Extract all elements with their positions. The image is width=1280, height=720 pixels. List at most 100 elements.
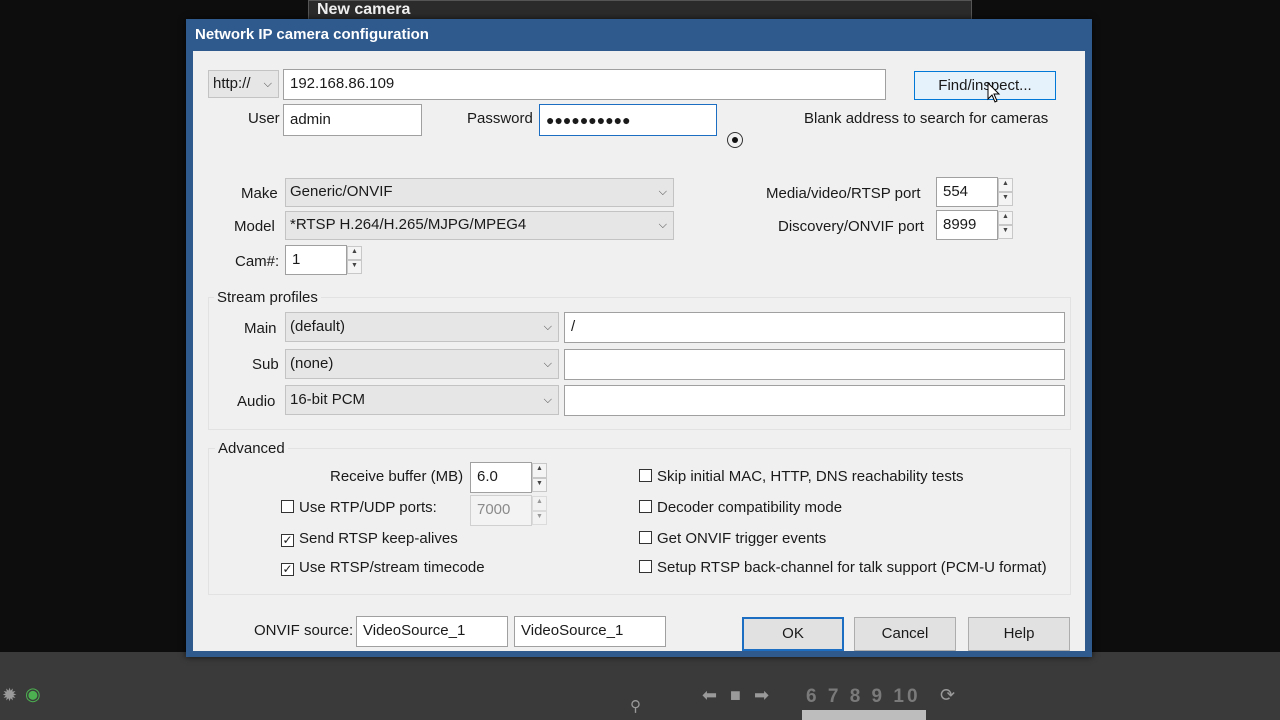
show-password-eye-icon[interactable] [727,132,743,148]
advanced-title: Advanced [215,440,288,457]
chevron-down-icon: ⌵ [263,78,272,90]
rtp-udp-port-spinner[interactable]: ▲ ▼ [532,496,547,525]
chevron-down-icon: ⌵ [543,394,552,406]
audio-profile-path-input[interactable] [564,385,1065,416]
ok-button[interactable]: OK [742,617,844,651]
page-numbers[interactable]: 6 7 8 9 10 [806,686,921,708]
onvif-trigger-label: Get ONVIF trigger events [657,530,827,547]
arrow-right-icon[interactable]: ➡ [754,685,769,706]
stop-icon[interactable]: ■ [730,685,741,706]
sub-profile-path-input[interactable] [564,349,1065,380]
make-value: Generic/ONVIF [290,183,393,200]
make-label: Make [241,185,278,202]
main-profile-label: Main [244,320,277,337]
media-port-spinner[interactable]: ▲ ▼ [998,178,1013,206]
onvif-trigger-checkbox[interactable] [639,531,652,544]
keepalive-label: Send RTSP keep-alives [299,530,458,547]
arrow-left-icon[interactable]: ⬅ [702,685,717,706]
user-input[interactable]: admin [283,104,422,136]
sub-profile-label: Sub [252,356,279,373]
cancel-button[interactable]: Cancel [854,617,956,651]
onvif-source-label: ONVIF source: [254,622,354,639]
discovery-port-input[interactable]: 8999 [936,210,998,240]
spin-up-icon[interactable]: ▲ [998,178,1013,192]
help-button[interactable]: Help [968,617,1070,651]
search-hint: Blank address to search for cameras [804,110,1049,127]
address-input[interactable]: 192.168.86.109 [283,69,886,100]
cam-number-input[interactable]: 1 [285,245,347,275]
timecode-checkbox[interactable]: ✓ [281,563,294,576]
decoder-compat-checkbox[interactable] [639,500,652,513]
backchannel-label: Setup RTSP back-channel for talk support… [657,559,1047,576]
decoder-compat-checkbox-row[interactable]: Decoder compatibility mode [639,499,842,516]
audio-profile-value: 16-bit PCM [290,391,366,408]
rtp-udp-checkbox[interactable] [281,500,294,513]
keepalive-checkbox-row[interactable]: ✓ Send RTSP keep-alives [281,530,458,547]
password-label: Password [467,110,533,127]
cam-number-spinner[interactable]: ▲ ▼ [347,246,362,274]
dialog-body: http:// ⌵ 192.168.86.109 Find/inspect...… [193,51,1085,651]
rtp-udp-label: Use RTP/UDP ports: [299,499,437,516]
skip-tests-checkbox-row[interactable]: Skip initial MAC, HTTP, DNS reachability… [639,468,963,485]
backchannel-checkbox-row[interactable]: Setup RTSP back-channel for talk support… [639,559,1047,576]
spin-down-icon[interactable]: ▼ [998,225,1013,239]
user-label: User [248,110,280,127]
audio-profile-select[interactable]: 16-bit PCM ⌵ [285,385,559,415]
make-select[interactable]: Generic/ONVIF ⌵ [285,178,674,207]
dialog-title: Network IP camera configuration [195,26,429,43]
receive-buffer-input[interactable]: 6.0 [470,462,532,493]
audio-profile-label: Audio [237,393,276,410]
timecode-checkbox-row[interactable]: ✓ Use RTSP/stream timecode [281,559,485,576]
spin-down-icon[interactable]: ▼ [532,510,547,525]
spin-up-icon[interactable]: ▲ [998,211,1013,225]
rtp-udp-checkbox-row[interactable]: Use RTP/UDP ports: [281,499,437,516]
model-value: *RTSP H.264/H.265/MJPG/MPEG4 [290,216,527,233]
sub-profile-value: (none) [290,355,334,372]
taskbar-slider[interactable] [802,710,926,720]
spin-up-icon[interactable]: ▲ [532,463,547,478]
refresh-icon[interactable]: ⟳ [940,685,955,706]
model-select[interactable]: *RTSP H.264/H.265/MJPG/MPEG4 ⌵ [285,211,674,240]
spin-up-icon[interactable]: ▲ [532,496,547,511]
keepalive-checkbox[interactable]: ✓ [281,534,294,547]
password-input[interactable]: ●●●●●●●●●● [539,104,717,136]
onvif-source-input-2[interactable]: VideoSource_1 [514,616,666,647]
chevron-down-icon: ⌵ [543,358,552,370]
timecode-label: Use RTSP/stream timecode [299,559,485,576]
spin-down-icon[interactable]: ▼ [347,260,362,274]
backchannel-checkbox[interactable] [639,560,652,573]
chevron-down-icon: ⌵ [543,321,552,333]
chevron-down-icon: ⌵ [658,219,667,231]
skip-tests-checkbox[interactable] [639,469,652,482]
decoder-compat-label: Decoder compatibility mode [657,499,843,516]
zoom-icon[interactable]: ⚲ [630,697,641,715]
stream-profiles-title: Stream profiles [214,289,321,306]
skip-tests-label: Skip initial MAC, HTTP, DNS reachability… [657,468,964,485]
protocol-value: http:// [213,75,251,92]
protocol-select[interactable]: http:// ⌵ [208,70,279,98]
find-inspect-button[interactable]: Find/inspect... [914,71,1056,100]
camera-config-dialog: Network IP camera configuration http:// … [186,19,1092,657]
mouse-cursor-icon [987,82,1001,103]
spin-up-icon[interactable]: ▲ [347,246,362,260]
main-profile-path-input[interactable]: / [564,312,1065,343]
model-label: Model [234,218,275,235]
spin-down-icon[interactable]: ▼ [998,192,1013,206]
onvif-source-input-1[interactable]: VideoSource_1 [356,616,508,647]
rtp-udp-port-input[interactable]: 7000 [470,495,532,526]
receive-buffer-label: Receive buffer (MB) [330,468,464,485]
sub-profile-select[interactable]: (none) ⌵ [285,349,559,379]
receive-buffer-spinner[interactable]: ▲ ▼ [532,463,547,492]
cam-number-label: Cam#: [235,253,280,270]
discovery-port-spinner[interactable]: ▲ ▼ [998,211,1013,239]
main-profile-select[interactable]: (default) ⌵ [285,312,559,342]
media-port-input[interactable]: 554 [936,177,998,207]
settings-icon[interactable]: ✹ [2,685,17,706]
onvif-trigger-checkbox-row[interactable]: Get ONVIF trigger events [639,530,826,547]
spin-down-icon[interactable]: ▼ [532,477,547,492]
background-window-title: New camera [317,1,411,18]
main-profile-value: (default) [290,318,346,335]
status-icon[interactable]: ◉ [25,684,41,705]
media-port-label: Media/video/RTSP port [766,185,921,202]
chevron-down-icon: ⌵ [658,186,667,198]
